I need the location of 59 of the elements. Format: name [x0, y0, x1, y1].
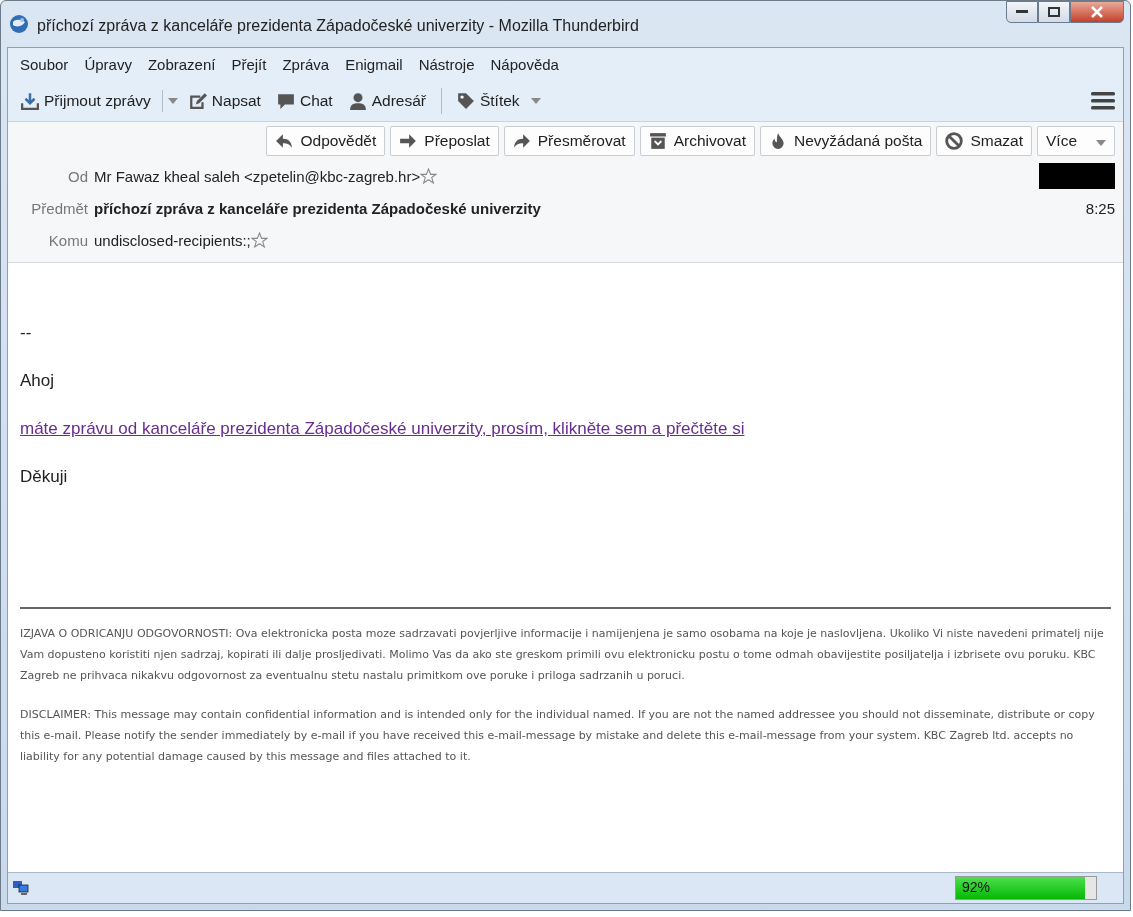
menu-item[interactable]: Soubor [12, 54, 77, 75]
disclaimer-text: DISCLAIMER: This message may contain confidential information and is intended only for the individual named. If you are not the named addressee you should not disseminate, distribute or copy this e-mail. Please notify the sender immediately by e-mail if you have received this e-mail-message by mistake and delete this e-mail-message from your system. KBC Zagreb ltd. accepts no liability for any potential damage caused by this message and files attached to it. [20, 707, 1096, 765]
menu-item[interactable]: Zpráva [274, 54, 338, 75]
tag-icon [456, 92, 475, 110]
header-label: Komu [47, 231, 89, 249]
download-icon [21, 92, 39, 110]
header-label: Předmět [30, 199, 89, 217]
network-computers-icon [12, 880, 30, 896]
menu-item[interactable]: Úpravy [76, 54, 140, 75]
toolbar-button[interactable]: Přijmout zprávy [16, 89, 156, 113]
menu-icon[interactable] [1091, 91, 1115, 111]
speech-bubble-icon [276, 92, 295, 110]
message-time: 8:25 [1085, 199, 1115, 217]
close-button[interactable] [1070, 1, 1124, 23]
disclaimer-text: IZJAVA O ODRICANJU ODGOVORNOSTI: Ova elektronicka posta moze sadrzavati povjerljive informacije i namijenjena je samo osobama na koje je naslovljena. Ukoliko Vi niste navedeni primatelj nije Vam dopusteno koristiti njen sadrzaj, kopirati ili dalje prosljedivati. Molimo Vas da ako ste greskom primili ovu elektronicku postu o tome odmah obavijestite posiljatelja i izbrisete ovu poruku. KBC Zagreb ne prihvaca nikakvu odgovornost za eventualnu stetu nastalu primitkom ove poruke i priloga sadrzanih u poruci. [20, 626, 1105, 684]
close-icon [1090, 6, 1104, 18]
menu-item[interactable]: Enigmail [337, 54, 411, 75]
redirect-arrow-icon [512, 132, 531, 150]
pencil-icon [188, 92, 207, 110]
toolbar-button[interactable]: Napsat [183, 89, 266, 113]
action-button[interactable]: Přeposlat [390, 126, 499, 156]
archive-box-icon [648, 132, 667, 150]
person-icon [348, 92, 367, 110]
signature-dash: -- [20, 323, 33, 343]
caret-icon[interactable] [1096, 140, 1106, 146]
action-button[interactable]: Více [1037, 126, 1115, 156]
menu-item[interactable]: Nástroje [410, 54, 483, 75]
star-icon[interactable] [420, 167, 438, 185]
action-button[interactable]: Nevyžádaná pošta [760, 126, 932, 156]
caret-icon[interactable] [530, 98, 541, 104]
minimize-button[interactable] [1006, 1, 1038, 23]
header-value: příchozí zpráva z kanceláře prezidenta Západočeské univerzity [94, 199, 541, 217]
reply-icon [275, 132, 294, 150]
caret-icon[interactable] [167, 98, 178, 104]
header-value: Mr Fawaz kheal saleh <zpetelin@kbc-zagreb.hr> [94, 167, 421, 185]
app-logo-icon [9, 14, 29, 34]
action-button[interactable]: Odpovědět [266, 126, 386, 156]
menu-item[interactable]: Nápověda [482, 54, 567, 75]
prohibited-icon [945, 132, 964, 150]
progress-reading: 92% [962, 879, 991, 895]
star-icon[interactable] [250, 231, 268, 249]
header-value: undisclosed-recipients:; [94, 231, 251, 249]
toolbar-button[interactable]: Chat [271, 89, 338, 113]
menu-item[interactable]: Zobrazení [139, 54, 224, 75]
toolbar-button[interactable]: Adresář [343, 89, 431, 113]
minimize-icon [1016, 10, 1028, 14]
maximize-icon [1048, 7, 1060, 17]
greeting-text: Ahoj [20, 371, 56, 391]
action-button[interactable]: Smazat [936, 126, 1032, 156]
arrow-right-icon [399, 132, 418, 150]
menu-item[interactable]: Přejít [223, 54, 275, 75]
maximize-button[interactable] [1038, 1, 1070, 23]
closing-text: Děkuji [20, 467, 69, 487]
action-button[interactable]: Přesměrovat [503, 126, 635, 156]
window-title: příchozí zpráva z kanceláře prezidenta Západočeské univerzity - Mozilla Thunderbird [37, 16, 640, 35]
message-link[interactable]: máte zprávu od kanceláře prezidenta Západočeské univerzity, prosím, klikněte sem a přečtěte si [20, 419, 745, 438]
toolbar-button[interactable]: Štítek [451, 89, 525, 113]
action-button[interactable]: Archivovat [639, 126, 756, 156]
header-label: Od [67, 167, 89, 185]
